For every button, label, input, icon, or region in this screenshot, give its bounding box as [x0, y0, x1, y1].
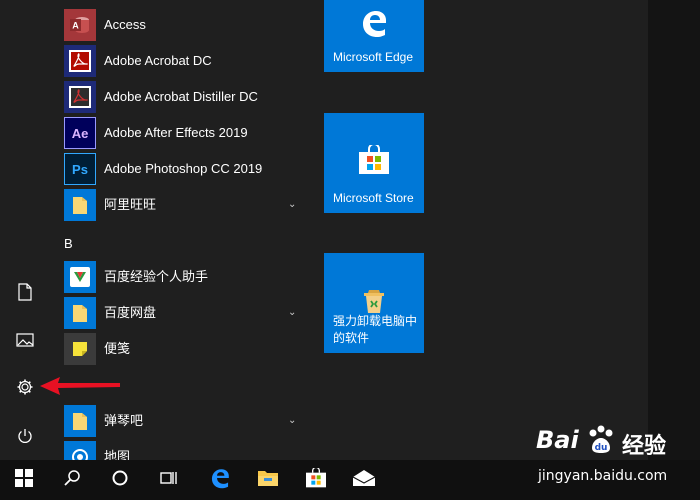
list-item-acrobat[interactable]: Adobe Acrobat DC [50, 43, 312, 79]
app-label: Adobe After Effects 2019 [104, 125, 248, 140]
cortana-icon [111, 469, 129, 492]
watermark-brand: Bai [536, 426, 579, 454]
pictures-icon [16, 332, 34, 348]
sticky-notes-icon [64, 333, 96, 365]
pictures-button[interactable] [0, 318, 50, 362]
paw-icon: du [584, 424, 618, 463]
app-label: 百度经验个人助手 [104, 269, 209, 284]
svg-text:A: A [72, 21, 79, 31]
photoshop-icon: Ps [64, 153, 96, 185]
acrobat-distiller-icon [64, 81, 96, 113]
app-label: 阿里旺旺 [104, 197, 157, 212]
section-header-b[interactable]: B [64, 236, 73, 251]
tile-uninstaller[interactable]: 强力卸载电脑中 的软件 [324, 253, 424, 353]
list-item-photoshop[interactable]: Ps Adobe Photoshop CC 2019 [50, 151, 312, 187]
list-item-sticky-notes[interactable]: 便笺 [50, 331, 312, 367]
file-explorer-button[interactable] [244, 460, 292, 500]
annotation-arrow [40, 377, 120, 395]
baidu-jingyan-watermark: Bai du 经验 jingyan.baidu.com [530, 420, 700, 500]
tile-microsoft-edge[interactable]: Microsoft Edge [324, 0, 424, 72]
search-button[interactable] [48, 460, 96, 500]
watermark-brand-cn: 经验 [622, 434, 667, 459]
list-item-tanqinba[interactable]: 弹琴吧 ⌄ [50, 403, 312, 439]
power-icon [16, 427, 34, 445]
mail-icon [352, 469, 376, 492]
chevron-down-icon[interactable]: ⌄ [288, 295, 296, 331]
list-item-access[interactable]: A Access [50, 7, 312, 43]
tile-label: Microsoft Store [333, 191, 414, 205]
tile-label: 强力卸载电脑中 的软件 [333, 313, 418, 347]
settings-icon [16, 378, 34, 396]
list-item-baidu-jingyan[interactable]: 百度经验个人助手 [50, 259, 312, 295]
list-item-baidu-netdisk[interactable]: 百度网盘 ⌄ [50, 295, 312, 331]
acrobat-icon [64, 45, 96, 77]
after-effects-icon: Ae [64, 117, 96, 149]
uninstaller-icon [324, 287, 424, 315]
tile-microsoft-store[interactable]: Microsoft Store [324, 113, 424, 213]
documents-button[interactable] [0, 270, 50, 314]
mail-button[interactable] [340, 460, 388, 500]
search-icon [63, 469, 81, 492]
folder-icon [64, 297, 96, 329]
documents-icon [17, 283, 33, 301]
tile-label-line: 的软件 [333, 331, 370, 345]
app-label: 百度网盘 [104, 305, 157, 320]
access-icon: A [64, 9, 96, 41]
task-view-icon [158, 469, 178, 492]
windows-start-icon [15, 468, 33, 492]
list-item-after-effects[interactable]: Ae Adobe After Effects 2019 [50, 115, 312, 151]
folder-icon [64, 189, 96, 221]
file-explorer-icon [257, 469, 279, 492]
edge-icon [209, 467, 231, 494]
cortana-button[interactable] [96, 460, 144, 500]
app-label: Adobe Acrobat Distiller DC [104, 89, 258, 104]
app-label: Adobe Acrobat DC [104, 53, 212, 68]
list-item-acrobat-distiller[interactable]: Adobe Acrobat Distiller DC [50, 79, 312, 115]
baidu-jingyan-icon [64, 261, 96, 293]
taskbar-edge-button[interactable] [196, 460, 244, 500]
folder-icon [64, 405, 96, 437]
app-label: Adobe Photoshop CC 2019 [104, 161, 263, 176]
app-label: 弹琴吧 [104, 413, 144, 428]
tile-label: Microsoft Edge [333, 50, 414, 64]
store-icon [324, 145, 424, 175]
maps-icon [64, 441, 96, 460]
tile-label-line: 强力卸载电脑中 [333, 314, 418, 328]
list-item-aliwangwang[interactable]: 阿里旺旺 ⌄ [50, 187, 312, 223]
desktop-background [648, 0, 700, 460]
power-button[interactable] [0, 414, 50, 458]
app-label: Access [104, 17, 146, 32]
taskbar-store-button[interactable] [292, 460, 340, 500]
list-item-maps[interactable]: 地图 [50, 439, 312, 460]
watermark-url: jingyan.baidu.com [538, 468, 668, 484]
svg-text:du: du [595, 443, 608, 453]
app-label: 便笺 [104, 341, 131, 356]
chevron-down-icon[interactable]: ⌄ [288, 187, 296, 223]
task-view-button[interactable] [144, 460, 192, 500]
start-button[interactable] [0, 460, 48, 500]
store-icon [305, 466, 327, 493]
app-label: 地图 [104, 449, 131, 460]
edge-icon [324, 8, 424, 38]
tile-area: Microsoft Edge Microsoft Store 强力卸载电脑中 的… [312, 0, 648, 460]
chevron-down-icon[interactable]: ⌄ [288, 403, 296, 439]
